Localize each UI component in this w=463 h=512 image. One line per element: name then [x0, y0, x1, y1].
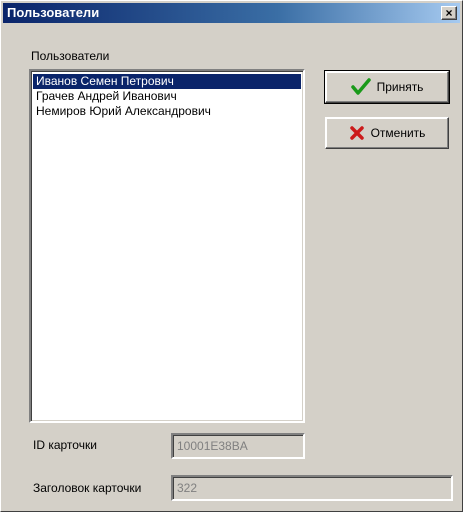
title-bar[interactable]: Пользователи × — [3, 3, 460, 23]
users-listbox[interactable]: Иванов Семен Петрович Грачев Андрей Иван… — [29, 69, 305, 423]
accept-label: Принять — [376, 80, 424, 94]
window-title: Пользователи — [7, 5, 100, 20]
card-id-field[interactable]: 10001E38BA — [171, 433, 305, 459]
list-item[interactable]: Грачев Андрей Иванович — [33, 89, 301, 104]
cross-icon — [349, 125, 365, 141]
card-id-value: 10001E38BA — [177, 439, 248, 453]
card-title-label: Заголовок карточки — [33, 481, 142, 495]
close-button[interactable]: × — [441, 6, 457, 20]
card-id-label: ID карточки — [33, 438, 97, 452]
card-title-field[interactable]: 322 — [171, 475, 453, 501]
cancel-button[interactable]: Отменить — [325, 117, 449, 149]
users-dialog: Пользователи × Пользователи Иванов Семен… — [0, 0, 463, 512]
close-icon: × — [445, 6, 453, 20]
cancel-label: Отменить — [370, 126, 426, 140]
accept-button[interactable]: Принять — [324, 70, 450, 104]
list-item[interactable]: Иванов Семен Петрович — [33, 74, 301, 89]
user-name: Иванов Семен Петрович — [36, 74, 174, 88]
card-title-value: 322 — [177, 481, 198, 495]
user-name: Грачев Андрей Иванович — [36, 89, 177, 103]
user-name: Немиров Юрий Александрович — [36, 104, 211, 118]
checkmark-icon — [350, 78, 371, 96]
users-list-label: Пользователи — [31, 49, 110, 63]
list-item[interactable]: Немиров Юрий Александрович — [33, 104, 301, 119]
